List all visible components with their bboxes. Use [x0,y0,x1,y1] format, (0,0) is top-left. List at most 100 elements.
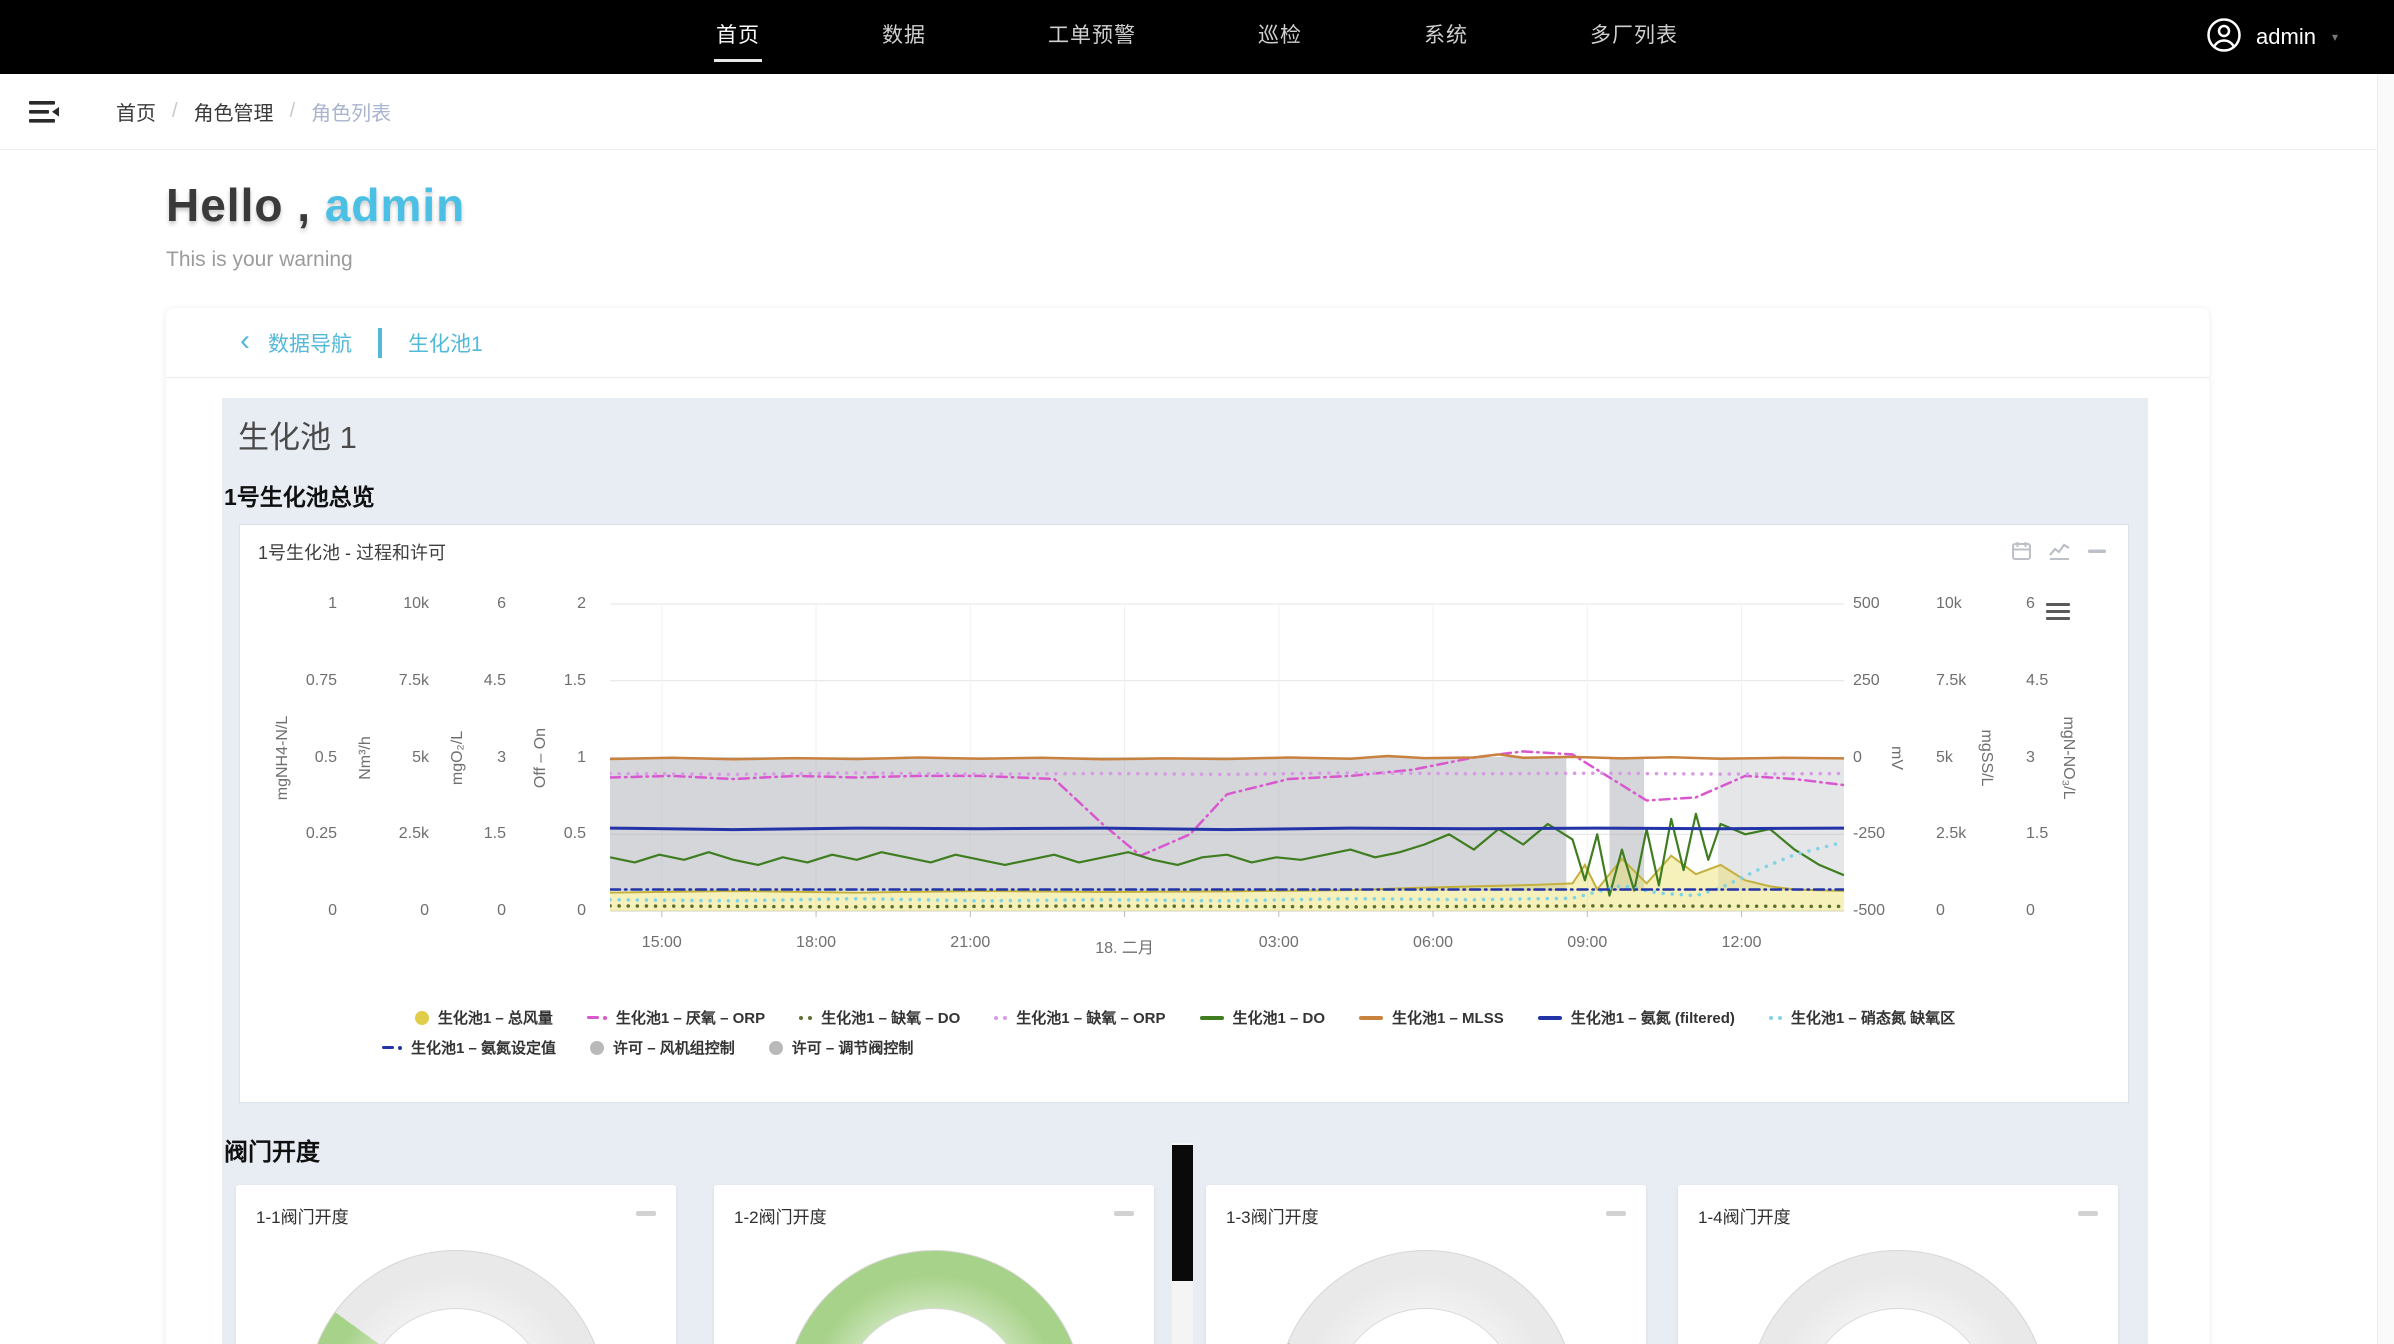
panel-toolbar [2012,541,2106,560]
axis-tick: 2.5k [399,825,429,843]
x-tick-label: 12:00 [1722,934,1762,952]
valve-gauge-card-3: 1-3阀门开度 [1206,1185,1646,1344]
chart-title: 1号生化池 - 过程和许可 [258,539,446,565]
axis-tick: 0.5 [564,825,586,843]
nav-item-4[interactable]: 系统 [1422,13,1470,62]
user-avatar-icon [2206,17,2242,58]
axis-unit-o2: mgO₂/L [449,731,467,785]
valve-gauge-donut [306,1250,606,1344]
legend-item[interactable]: 生化池1 – 缺氧 – ORP [994,1007,1165,1028]
minus-icon[interactable] [636,1211,656,1216]
legend-label: 许可 – 调节阀控制 [792,1037,914,1058]
user-name[interactable]: admin [2256,24,2316,50]
valve-gauge-card-1: 1-1阀门开度 [236,1185,676,1344]
timeseries-plot[interactable] [610,595,1844,922]
axis-tick: 6 [2026,595,2035,613]
legend-label: 生化池1 – 缺氧 – DO [821,1007,960,1028]
line-chart-icon[interactable] [2049,542,2070,560]
nav-item-3[interactable]: 巡检 [1256,13,1304,62]
breadcrumb-separator: / [172,100,178,123]
axis-tick: 5k [1936,749,1953,767]
chevron-left-icon[interactable]: ‹ [240,326,250,356]
hello-text: Hello [166,179,283,231]
legend-item[interactable]: 生化池1 – MLSS [1359,1007,1504,1028]
axis-unit-onoff: Off – On [532,728,550,788]
legend-item[interactable]: 生化池1 – 硝态氮 缺氧区 [1769,1007,1955,1028]
subnav-divider [378,328,382,358]
axis-unit-mv: mV [1887,746,1905,770]
minus-icon[interactable] [1114,1211,1134,1216]
minus-icon[interactable] [2088,548,2106,554]
legend-label: 生化池1 – 总风量 [438,1007,553,1028]
legend-marker [590,1041,604,1055]
legend-item[interactable]: 生化池1 – 厌氧 – ORP [587,1007,765,1028]
axis-unit-no3: mgN-NO₃/L [2059,717,2077,800]
axis-tick: 1 [328,595,337,613]
nav-item-1[interactable]: 数据 [880,13,928,62]
user-menu[interactable]: admin ▾ [2206,0,2338,74]
legend-item[interactable]: 生化池1 – DO [1200,1007,1326,1028]
gauge-hole [1334,1308,1518,1344]
axis-tick: 250 [1853,672,1880,690]
breadcrumb-separator: / [290,100,296,123]
axis-tick: 6 [497,595,506,613]
top-nav: 首页 数据 工单预警 巡检 系统 多厂列表 admin ▾ [0,0,2394,74]
inner-scrollbar-thumb[interactable] [1172,1145,1193,1281]
axis-tick: 5k [412,749,429,767]
axis-tick: 3 [497,749,506,767]
minus-icon[interactable] [1606,1211,1626,1216]
section-title: 生化池 1 [238,412,357,457]
greeting-subtitle: This is your warning [166,248,465,272]
menu-fold-icon[interactable] [28,99,60,125]
current-pool-tab[interactable]: 生化池1 [408,328,483,358]
valve-gauge-donut [784,1250,1084,1344]
axis-tick: 1.5 [2026,825,2048,843]
legend-item[interactable]: 许可 – 风机组控制 [590,1037,735,1058]
axis-tick: 10k [403,595,429,613]
x-tick-label: 21:00 [950,934,990,952]
legend-item[interactable]: 生化池1 – 缺氧 – DO [799,1007,960,1028]
breadcrumb: 首页 / 角色管理 / 角色列表 [116,97,391,126]
overview-heading: 1号生化池总览 [224,478,375,512]
back-to-data-nav-link[interactable]: 数据导航 [268,328,352,358]
legend-item[interactable]: 许可 – 调节阀控制 [769,1037,914,1058]
valve-gauge-card-4: 1-4阀门开度 [1678,1185,2118,1344]
nav-item-5[interactable]: 多厂列表 [1588,13,1680,62]
axis-tick: 1 [577,749,586,767]
nav-item-2[interactable]: 工单预警 [1046,13,1138,62]
gauge-hole [842,1308,1026,1344]
gauge-title: 1-3阀门开度 [1226,1203,1319,1228]
legend-item[interactable]: 生化池1 – 氨氮设定值 [382,1037,556,1058]
axis-tick: 0.25 [306,825,337,843]
page-scrollbar[interactable] [2377,74,2394,1344]
breadcrumb-item-2: 角色列表 [311,97,391,126]
axis-tick: 0 [2026,902,2035,920]
legend-label: 生化池1 – 厌氧 – ORP [616,1007,765,1028]
legend-label: 生化池1 – DO [1233,1007,1326,1028]
valve-gauge-donut [1748,1250,2048,1344]
greeting-block: Hello , admin This is your warning [166,178,465,272]
calendar-icon[interactable] [2012,541,2031,560]
axis-unit-ss: mgSS/L [1977,730,1995,787]
legend-marker [1769,1016,1782,1020]
legend-item[interactable]: 生化池1 – 氨氮 (filtered) [1538,1007,1735,1028]
legend-item[interactable]: 生化池1 – 总风量 [415,1007,553,1028]
breadcrumb-item-1[interactable]: 角色管理 [194,97,274,126]
legend-label: 生化池1 – 缺氧 – ORP [1016,1007,1165,1028]
minus-icon[interactable] [2078,1211,2098,1216]
comma-text: , [283,179,324,231]
nav-item-0[interactable]: 首页 [714,13,762,62]
nav-menu: 首页 数据 工单预警 巡检 系统 多厂列表 [0,0,2394,74]
breadcrumb-item-0[interactable]: 首页 [116,97,156,126]
axis-tick: 0.5 [315,749,337,767]
legend-marker [1359,1016,1383,1020]
inner-scrollbar-track[interactable] [1172,1143,1193,1344]
gauge-title: 1-2阀门开度 [734,1203,827,1228]
legend-marker [382,1046,402,1050]
legend-marker [587,1016,607,1020]
legend-row-0: 生化池1 – 总风量 生化池1 – 厌氧 – ORP 生化池1 – 缺氧 – DO 生… [240,1007,2130,1028]
legend-marker [994,1016,1007,1020]
axis-tick: 0 [1853,749,1862,767]
legend-label: 生化池1 – MLSS [1392,1007,1504,1028]
legend-label: 生化池1 – 氨氮 (filtered) [1571,1007,1735,1028]
